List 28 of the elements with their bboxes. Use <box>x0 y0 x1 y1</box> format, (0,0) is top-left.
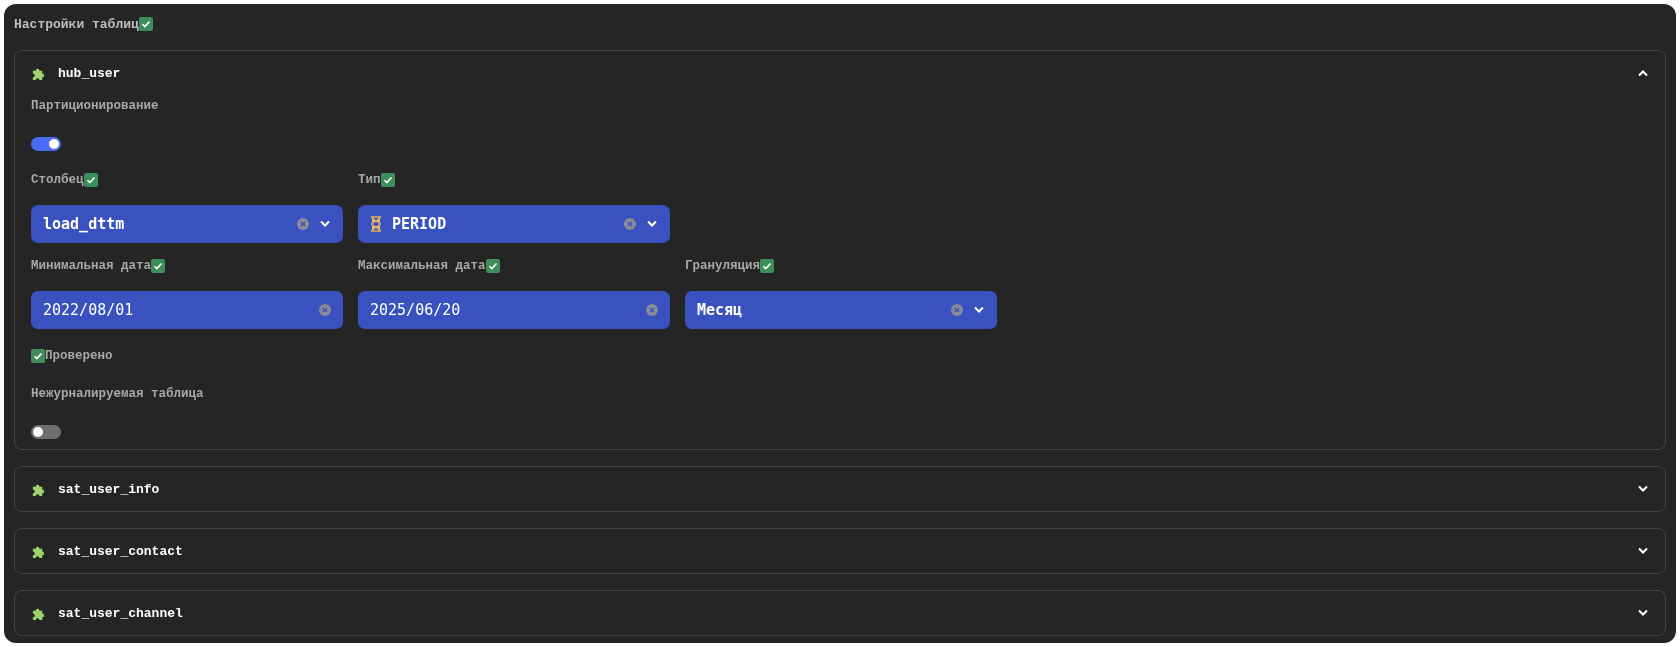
toggle-switch[interactable] <box>31 137 61 151</box>
status-text: Проверено <box>45 349 113 363</box>
field-label: Тип <box>358 173 381 187</box>
table-name[interactable]: hub_user <box>58 65 1625 81</box>
field-label: Грануляция <box>685 259 760 273</box>
toggle-switch[interactable] <box>31 425 61 439</box>
date-field[interactable]: 2022/08/01 <box>31 291 343 329</box>
select-field[interactable]: load_dttm <box>31 205 343 243</box>
select-field[interactable]: Месяц <box>685 291 997 329</box>
chevron-down-icon[interactable] <box>1637 485 1649 493</box>
date-field[interactable]: 2025/06/20 <box>358 291 670 329</box>
field-label: Минимальная дата <box>31 259 152 273</box>
table-name[interactable]: sat_user_contact <box>58 543 1625 559</box>
chevron-down-icon[interactable] <box>319 220 331 228</box>
chevron-up-icon[interactable] <box>1637 69 1649 77</box>
chevron-down-icon[interactable] <box>1637 609 1649 617</box>
chevron-down-icon[interactable] <box>646 220 658 228</box>
field-label: Партиционирование <box>31 99 159 113</box>
chevron-down-icon[interactable] <box>973 306 985 314</box>
hourglass-icon <box>370 216 382 232</box>
section-title: Настройки таблиц <box>14 16 139 32</box>
field-label: Максимальная дата <box>358 259 486 273</box>
select-field[interactable]: PERIOD <box>358 205 670 243</box>
table-name[interactable]: sat_user_channel <box>58 605 1625 621</box>
field-label: Нежурналируемая таблица <box>31 387 204 401</box>
chevron-down-icon[interactable] <box>1637 547 1649 555</box>
field-label: Столбец <box>31 173 84 187</box>
table-name[interactable]: sat_user_info <box>58 481 1625 497</box>
